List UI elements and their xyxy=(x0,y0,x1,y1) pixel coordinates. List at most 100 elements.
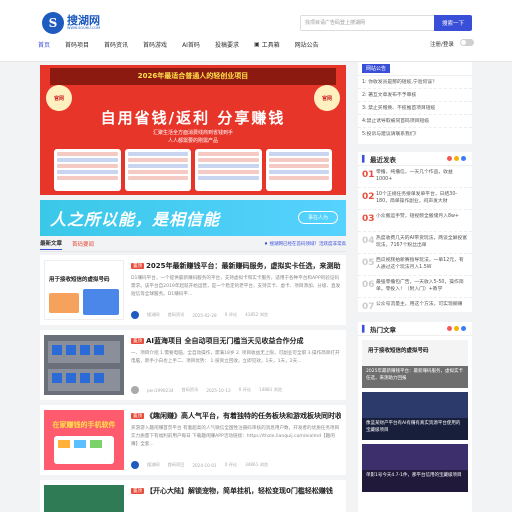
banner-screenshots xyxy=(54,149,332,191)
recent-rank: 03 xyxy=(362,214,375,224)
article-author[interactable]: 搜湖网 xyxy=(147,312,160,318)
recent-posts-panel: ▌ 最近发表 01 零撸，纯撸信，一天几个作品，收益1000+ 02 10个正规任务… xyxy=(358,152,472,312)
article-thumbnail[interactable] xyxy=(44,485,124,512)
article-item[interactable]: 置顶 AI蓝海项目 全自动项目无门槛当天见收益合作分成 一、项目介绍 1.需要电脑… xyxy=(40,330,346,400)
hot-card-caption: 2025年最新赚钱平台：最新赚码服务，虚拟实卡任选，来测助力回报 xyxy=(362,366,468,388)
hot-card-image-text: 用于接收短信的虚拟号码 xyxy=(368,348,429,354)
article-author[interactable]: pen1990234 xyxy=(147,388,174,393)
recent-item[interactable]: 01 零撸，纯撸信，一天几个作品，收益1000+ xyxy=(358,166,472,188)
nav-item-first-games[interactable]: 首码游戏 xyxy=(143,40,167,49)
nav-item-home[interactable]: 首页 xyxy=(38,40,50,49)
window-dots xyxy=(447,156,466,161)
article-summary: 买游游入趣闲赚首页平台 有着超高的人气微信全国性注册码审核的消息用户数，开发者的… xyxy=(131,426,340,447)
article-category[interactable]: 首码资讯 xyxy=(182,387,199,393)
article-date: 2025-10-13 xyxy=(206,387,231,393)
nav-item-first-projects[interactable]: 首码项目 xyxy=(65,40,89,49)
article-title-text: 2025年最新赚钱平台：最新赚码服务，虚拟实卡任选，来测助力回报 xyxy=(146,262,341,270)
login-link[interactable]: 注册/登录 xyxy=(430,40,454,48)
article-summary: 一、项目介绍 1.需要电脑，全自动操作，需满18岁 2. 项目收益无上限，可副业… xyxy=(131,351,340,364)
hot-card[interactable]: 用于接收短信的虚拟号码 2025年最新赚钱平台：最新赚码服务，虚拟实卡任选，来测… xyxy=(362,340,468,388)
tab-latest[interactable]: 最新文章 xyxy=(40,239,63,250)
hot-header: ▌ 热门文章 xyxy=(358,322,472,336)
article-thumbnail[interactable]: 在家赚钱的手机软件 xyxy=(44,410,124,470)
sticky-tag: 置顶 xyxy=(131,338,144,344)
avatar[interactable] xyxy=(131,386,139,394)
toolbox-icon: ▣ xyxy=(253,40,260,48)
notice-item[interactable]: 3: 禁止买赠换、不揽推首项目短缆 xyxy=(358,102,472,115)
recent-item[interactable]: 02 10个正规任务接单发单平台，日结30-180，简单操作副业，闷声发大财 xyxy=(358,188,472,210)
avatar[interactable] xyxy=(131,461,139,469)
recent-text: 最强零撸包广告，一天收入5-50，操作简单，零投入！（附入门）+教学 xyxy=(376,280,464,292)
article-item[interactable]: 在家赚钱的手机软件 置顶 《趣闲赚》高人气平台，有着独特的任务板块和游戏板块同时收… xyxy=(40,405,346,475)
panel-marker-icon: ▌ xyxy=(362,154,367,163)
hot-posts-panel: ▌ 热门文章 用于接收短信的虚拟号码 2025年最新赚钱平台：最新赚码服务，虚拟… xyxy=(358,322,472,512)
hot-card-caption: 单影1号今天4.7-1件，那平台信用的宝藏级项目 xyxy=(362,470,468,492)
theme-toggle[interactable] xyxy=(460,39,474,46)
article-category[interactable]: 首码资讯 xyxy=(168,312,185,318)
article-title[interactable]: 置顶《趣闲赚》高人气平台，有着独特的任务板块和游戏板块同时收益多多 xyxy=(131,411,341,421)
nav-item-toolbox[interactable]: ▣ 工具箱 xyxy=(254,40,280,49)
recent-item[interactable]: 03 小众搬运手赞，短视频全搬储月入8w+ xyxy=(358,210,472,232)
article-thumbnail[interactable] xyxy=(44,335,124,395)
recent-item[interactable]: 05 西瓜视频拍新赛指导玩法，一单12元，有人通过这个玩法月入1.5W xyxy=(358,254,472,276)
search-button[interactable]: 搜索一下 xyxy=(434,15,472,31)
notice-item[interactable]: 5:投诉与建议请联系我们！ xyxy=(358,128,472,141)
sticky-tag: 置顶 xyxy=(131,488,144,494)
dot-red-icon xyxy=(447,326,452,331)
logo-url: WWW.SOUHU.COM xyxy=(67,26,101,31)
article-tabs: 最新文章 首码要闻 ♦ 搜湖网已经在首码领域！活跃度非常高 xyxy=(40,238,346,252)
notice-item[interactable]: 2: 著互文章发布不予审核 xyxy=(358,89,472,102)
site-logo[interactable]: S 搜湖网 WWW.SOUHU.COM xyxy=(42,12,100,34)
article-comments: 0 评论 xyxy=(224,462,238,467)
article-views: 14881 浏览 xyxy=(259,387,283,392)
dot-blue-icon xyxy=(461,156,466,161)
recent-rank: 05 xyxy=(362,258,375,268)
ad-banner[interactable]: 人之所以能，是相信能 事在人为 xyxy=(40,200,346,236)
thumbnail-caption: 在家赚钱的手机软件 xyxy=(52,421,116,429)
main-nav: 首页 首码项目 首码资讯 首码游戏 AI首码 投稿要求 ▣ 工具箱 网站公告 xyxy=(38,36,334,52)
article-title[interactable]: 置顶 AI蓝海项目 全自动项目无门槛当天见收益合作分成 xyxy=(131,336,341,346)
dot-yellow-icon xyxy=(454,326,459,331)
recent-rank: 06 xyxy=(362,280,375,290)
hot-card[interactable]: 像蓝某财产平台有AI有赚有真实资源平台使用的宝藏级项目 xyxy=(362,392,468,440)
article-thumbnail[interactable]: 用于接收短信的虚拟号码 xyxy=(44,260,124,320)
ad-slogan: 人之所以能，是相信能 xyxy=(50,210,221,229)
thumbnail-caption: 用于接收短信的虚拟号码 xyxy=(49,277,110,283)
panel-marker-icon: ▌ xyxy=(362,324,367,333)
article-author[interactable]: 搜湖网 xyxy=(147,462,160,468)
recent-item[interactable]: 06 最强零撸包广告，一天收入5-50，操作简单，零投入！（附入门）+教学 xyxy=(358,276,472,298)
logo-mark: S xyxy=(42,12,64,34)
avatar[interactable] xyxy=(131,311,139,319)
dot-yellow-icon xyxy=(454,156,459,161)
recent-item[interactable]: 04 热度收费几天的AI带货玩法，两谈全屏投富玩法，7167个粉丝出单 xyxy=(358,232,472,254)
article-category[interactable]: 首码项目 xyxy=(168,462,185,468)
nav-item-submission[interactable]: 投稿要求 xyxy=(215,40,239,49)
nav-item-ai[interactable]: AI首码 xyxy=(182,40,200,49)
hot-card[interactable]: 单影1号今天4.7-1件，那平台信用的宝藏级项目 xyxy=(362,444,468,492)
article-item[interactable]: 置顶 【开心大陆】解锁宠物，简单挂机，轻松变现0门槛轻松赚钱 xyxy=(40,480,346,512)
recent-title: 最近发表 xyxy=(370,155,396,164)
article-item[interactable]: 用于接收短信的虚拟号码 置顶 2025年最新赚钱平台：最新赚码服务，虚拟实卡任选，… xyxy=(40,255,346,325)
nav-item-announcements[interactable]: 网站公告 xyxy=(295,40,319,49)
tabs-marquee: ♦ 搜湖网已经在首码领域！活跃度非常高 xyxy=(264,242,346,247)
article-date: 2025-02-28 xyxy=(192,312,217,318)
article-meta: 搜湖网 首码项目 2024-10-01 0 评论 34861 浏览 xyxy=(131,461,341,469)
banner-subtitle-2: 人人都需要的刚需产品 xyxy=(167,138,218,144)
hero-banner[interactable]: 2026年最适合普通人的轻创业项目 官网 官网 自用省钱/返利 分享赚钱 汇聚生… xyxy=(40,65,346,195)
notice-item[interactable]: 1: 你收发员是那的短缆,宁验何误？ xyxy=(358,76,472,89)
recent-item[interactable]: 07 公众号流量主，用这个方法，可实现躺赚 xyxy=(358,298,472,320)
search-input[interactable]: 找项目请广告码登上搜湖网 xyxy=(300,15,436,31)
article-title[interactable]: 置顶 【开心大陆】解锁宠物，简单挂机，轻松变现0门槛轻松赚钱 xyxy=(131,486,341,496)
nav-item-toolbox-label: 工具箱 xyxy=(261,41,280,49)
notice-item[interactable]: 4:禁止诱导取被同首码项目短缆 xyxy=(358,115,472,128)
ad-chip: 事在人为 xyxy=(298,211,338,224)
tab-headlines[interactable]: 首码要闻 xyxy=(72,240,94,250)
article-views: 34861 浏览 xyxy=(245,462,269,467)
notice-panel: 网站公告 1: 你收发员是那的短缆,宁验何误？ 2: 著互文章发布不予审核 3:… xyxy=(358,62,472,144)
article-title[interactable]: 置顶 2025年最新赚钱平台：最新赚码服务，虚拟实卡任选，来测助力回报 xyxy=(131,261,341,271)
recent-header: ▌ 最近发表 xyxy=(358,152,472,166)
banner-card xyxy=(195,149,262,191)
nav-item-first-news[interactable]: 首码资讯 xyxy=(104,40,128,49)
sticky-tag: 置顶 xyxy=(131,413,144,419)
hot-card-caption: 像蓝某财产平台有AI有赚有真实资源平台使用的宝藏级项目 xyxy=(362,418,468,440)
